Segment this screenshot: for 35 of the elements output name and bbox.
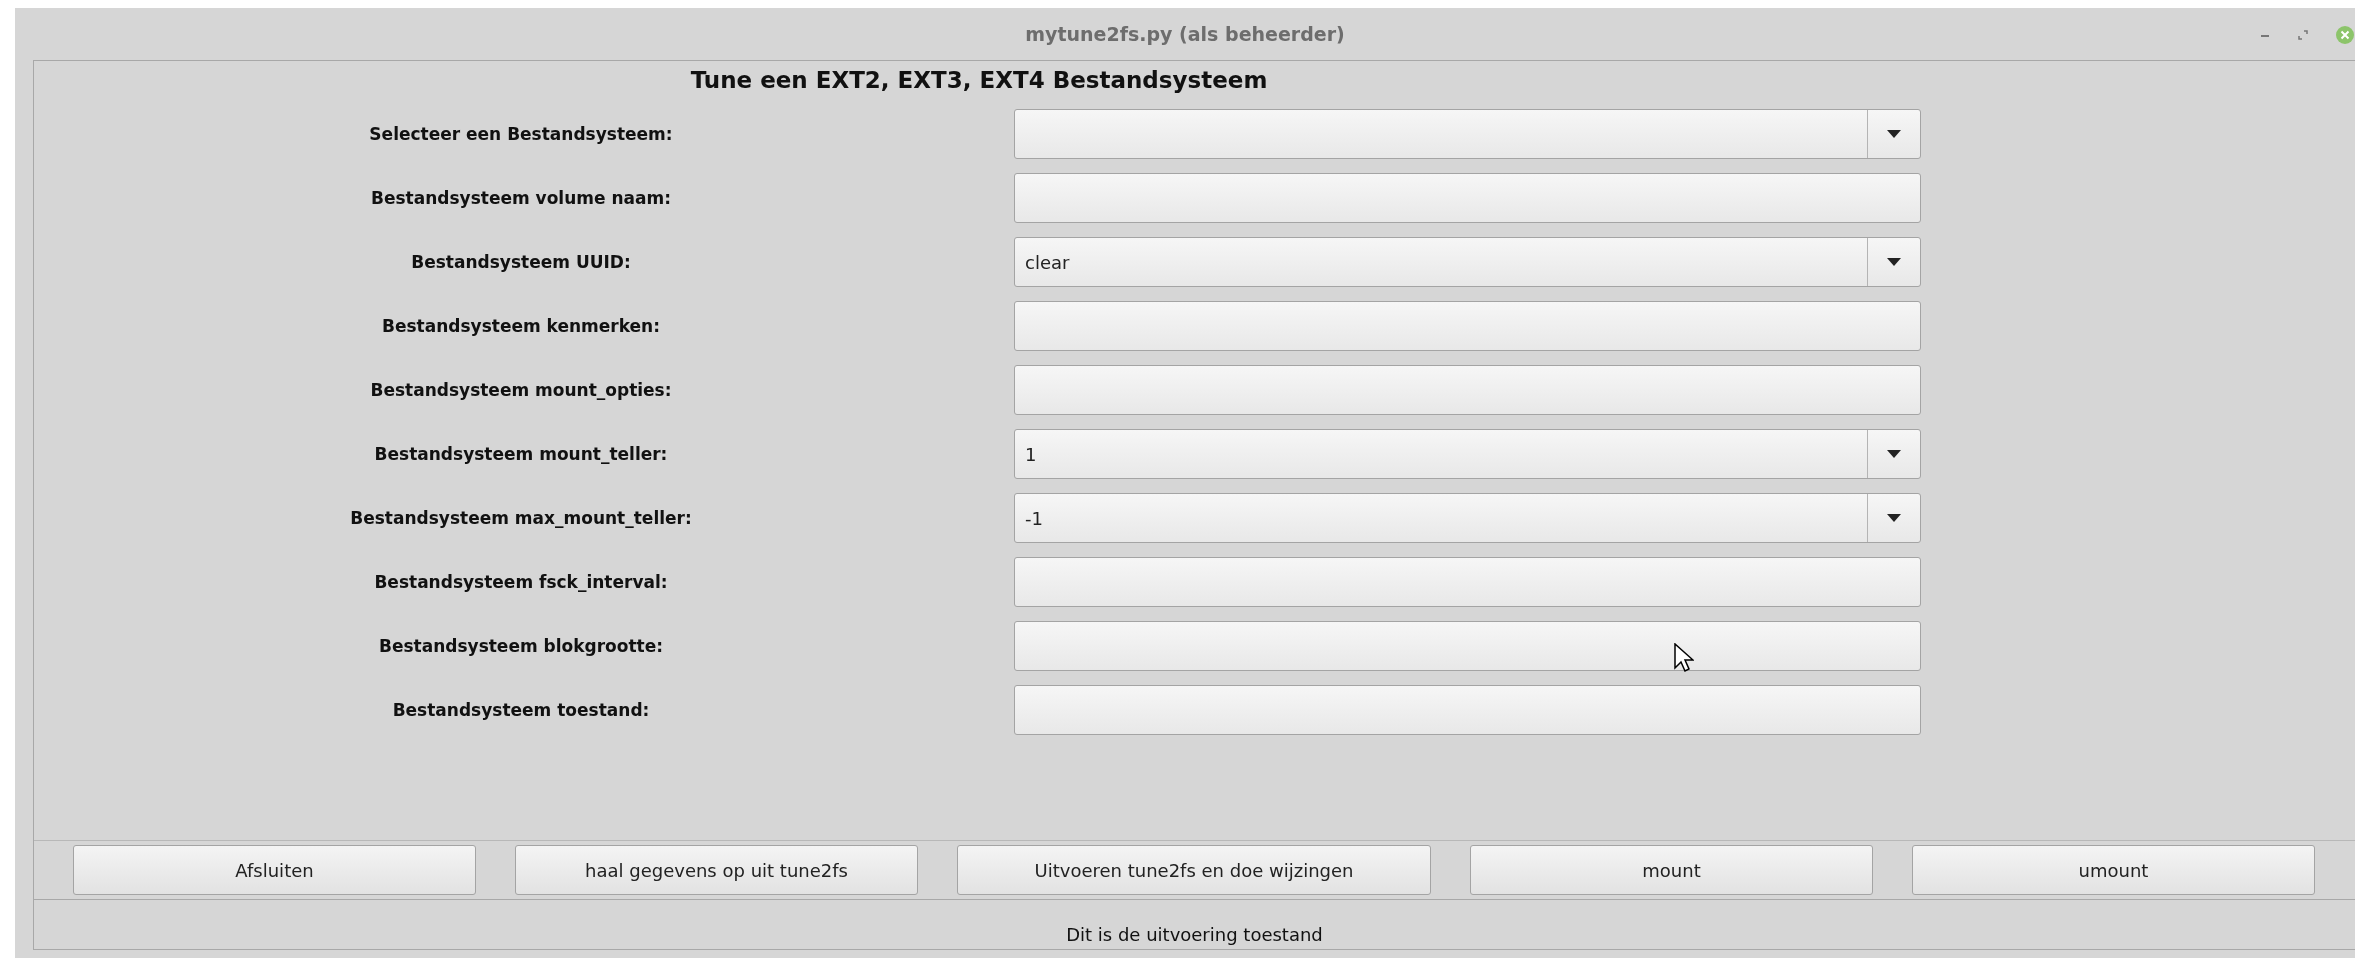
field-label: Bestandsysteem volume naam: xyxy=(371,188,671,208)
close-icon[interactable] xyxy=(2335,25,2355,45)
input-field[interactable] xyxy=(1014,557,1921,607)
field-label: Selecteer een Bestandsysteem: xyxy=(369,124,673,144)
field-label: Bestandsysteem toestand: xyxy=(392,700,650,720)
status-bar: Dit is de uitvoering toestand xyxy=(34,899,2355,949)
dropdown-field[interactable] xyxy=(1014,109,1921,159)
action-button[interactable]: haal gegevens op uit tune2fs xyxy=(515,845,918,895)
input-field[interactable] xyxy=(1014,621,1921,671)
field-label: Bestandsysteem blokgrootte: xyxy=(378,636,664,656)
window-title: mytune2fs.py (als beheerder) xyxy=(1025,23,1345,45)
field-label: Bestandsysteem max_mount_teller: xyxy=(350,508,692,528)
dropdown-field[interactable]: 1 xyxy=(1014,429,1921,479)
action-button[interactable]: mount xyxy=(1470,845,1873,895)
input-field[interactable] xyxy=(1014,685,1921,735)
field-label: Bestandsysteem UUID: xyxy=(411,252,631,272)
input-field[interactable] xyxy=(1014,173,1921,223)
field-label: Bestandsysteem mount_teller: xyxy=(374,444,668,464)
input-field[interactable] xyxy=(1014,365,1921,415)
field-label: Bestandsysteem kenmerken: xyxy=(382,316,660,336)
maximize-icon[interactable] xyxy=(2297,29,2309,41)
form-heading: Tune een EXT2, EXT3, EXT4 Bestandsysteem xyxy=(689,66,1269,95)
field-label: Bestandsysteem fsck_interval: xyxy=(374,572,668,592)
caret-icon xyxy=(1887,130,1901,138)
field-label: Bestandsysteem mount_opties: xyxy=(370,380,672,400)
action-button[interactable]: umount xyxy=(1912,845,2315,895)
action-button[interactable]: Uitvoeren tune2fs en doe wijzingen xyxy=(957,845,1431,895)
input-field[interactable] xyxy=(1014,301,1921,351)
action-button[interactable]: Afsluiten xyxy=(73,845,476,895)
mouse-pointer-icon xyxy=(1674,643,1694,673)
dropdown-field[interactable]: -1 xyxy=(1014,493,1921,543)
caret-icon xyxy=(1887,450,1901,458)
dropdown-field[interactable]: clear xyxy=(1014,237,1921,287)
caret-icon xyxy=(1887,514,1901,522)
caret-icon xyxy=(1887,258,1901,266)
